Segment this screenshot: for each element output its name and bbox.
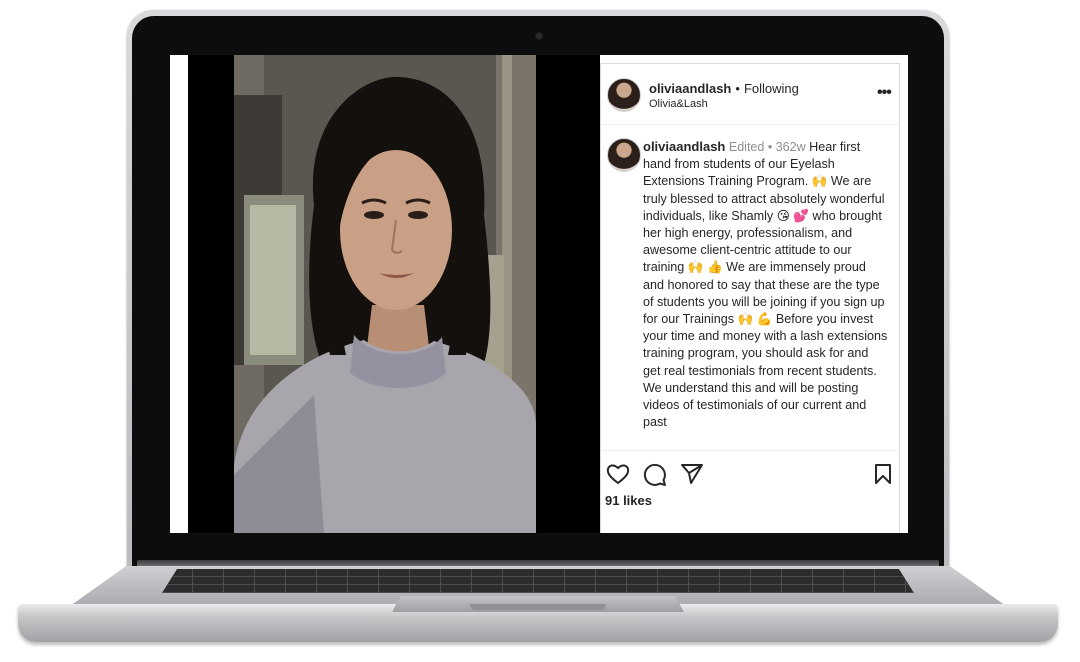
comment-icon[interactable] [643,463,667,492]
laptop-notch [470,604,606,610]
heart-icon[interactable] [606,463,630,490]
header-subtitle[interactable]: Olivia&Lash [649,98,708,110]
meta-separator: • [767,140,773,154]
post-age[interactable]: 362w [776,140,806,154]
woman-speaking-video-still [234,55,536,533]
caption-username[interactable]: oliviaandlash [643,139,725,154]
laptop-keyboard [162,569,914,593]
caption-avatar[interactable] [607,138,641,172]
likes-count[interactable]: 91 likes [605,493,652,508]
separator-dot: • [735,81,740,96]
avatar[interactable] [607,78,641,112]
header-username[interactable]: oliviaandlash [649,81,731,96]
follow-status-button[interactable]: Following [744,81,799,96]
header-username-row: oliviaandlash • Following [649,81,799,96]
laptop-screen: oliviaandlash • Following Olivia&Lash ••• … [170,55,908,533]
action-bar: 91 likes [601,450,899,533]
caption-body: Hear first hand from students of our Eye… [643,140,888,430]
caption-area: oliviaandlash Edited • 362w Hear first h… [601,126,899,450]
video-player[interactable] [170,55,600,533]
post-sidebar: oliviaandlash • Following Olivia&Lash ••• … [600,63,900,533]
paper-plane-icon[interactable] [680,463,704,490]
post-header: oliviaandlash • Following Olivia&Lash ••• [601,64,899,125]
video-frame[interactable] [234,55,536,533]
more-options-icon[interactable]: ••• [877,84,892,102]
edited-label: Edited [728,140,765,154]
caption: oliviaandlash Edited • 362w Hear first h… [643,138,889,431]
bookmark-icon[interactable] [873,463,893,490]
webcam-icon [536,33,542,39]
